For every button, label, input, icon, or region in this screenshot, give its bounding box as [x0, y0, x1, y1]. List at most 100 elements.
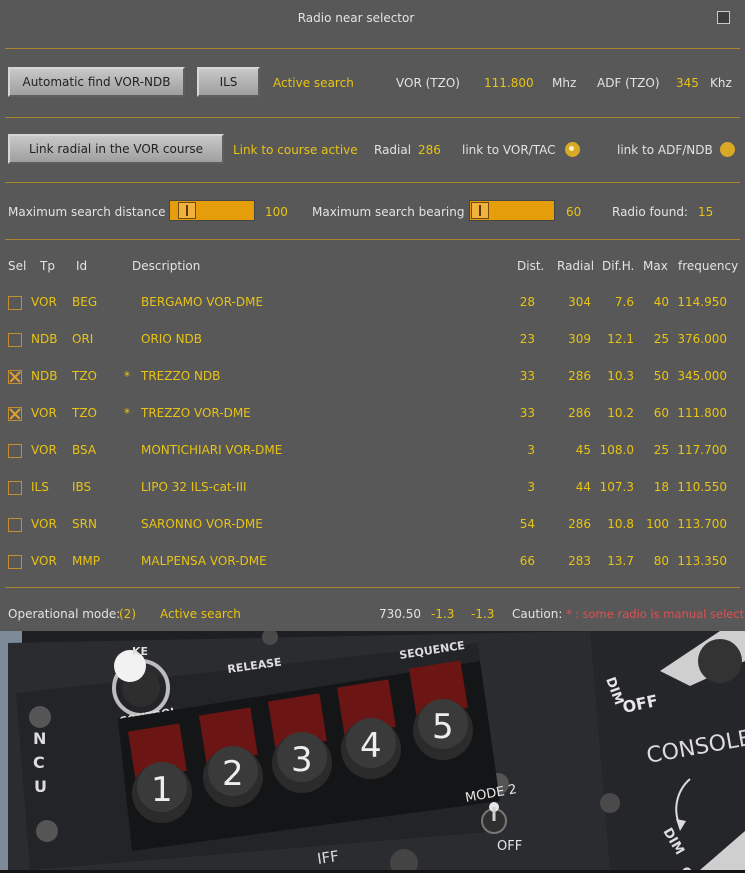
table-row[interactable]: NDB TZO * TREZZO NDB 33 286 10.3 50 345.000	[0, 358, 745, 395]
release-button-label: 3	[291, 740, 313, 780]
separator	[5, 239, 740, 240]
cell-max: 80	[653, 554, 669, 568]
separator	[5, 117, 740, 118]
link-adf-ndb-radio[interactable]	[720, 142, 735, 157]
row-select-checkbox[interactable]	[8, 296, 22, 310]
max-distance-slider-thumb[interactable]	[178, 202, 196, 219]
cockpit-graphic: KE CONTROL RELEASE SEQUENCE N C U 12345 …	[0, 629, 745, 873]
table-row[interactable]: NDB ORI ORIO NDB 23 309 12.1 25 376.000	[0, 321, 745, 358]
search-status: Active search	[273, 76, 354, 90]
vor-label: VOR (TZO)	[396, 76, 460, 90]
cell-manual-flag: *	[124, 406, 130, 420]
separator	[5, 48, 740, 49]
link-vor-tac-radio[interactable]	[565, 142, 580, 157]
release-button-label: 4	[360, 726, 382, 766]
cell-id: MMP	[72, 554, 100, 568]
adf-label: ADF (TZO)	[597, 76, 660, 90]
table-row[interactable]: VOR MMP MALPENSA VOR-DME 66 283 13.7 80 113.350	[0, 543, 745, 580]
cell-type: VOR	[31, 517, 57, 531]
row-select-checkbox[interactable]	[8, 333, 22, 347]
row-select-checkbox[interactable]	[8, 555, 22, 569]
col-header-max: Max	[643, 259, 668, 273]
row-select-checkbox[interactable]	[8, 444, 22, 458]
cell-description: MONTICHIARI VOR-DME	[141, 443, 283, 457]
link-adf-ndb-label: link to ADF/NDB	[617, 143, 713, 157]
link-radial-button[interactable]: Link radial in the VOR course	[8, 134, 224, 164]
cell-id: IBS	[72, 480, 92, 494]
row-select-checkbox[interactable]	[8, 518, 22, 532]
cell-type: ILS	[31, 480, 49, 494]
auto-find-vor-ndb-button[interactable]: Automatic find VOR-NDB	[8, 67, 185, 97]
adf-unit: Khz	[710, 76, 732, 90]
cell-id: BEG	[72, 295, 98, 309]
max-distance-value: 100	[265, 205, 288, 219]
cell-frequency: 114.950	[677, 295, 727, 309]
cell-distance: 33	[519, 406, 535, 420]
row-select-checkbox[interactable]	[8, 370, 22, 384]
link-status: Link to course active	[233, 143, 358, 157]
cell-max: 50	[653, 369, 669, 383]
cell-description: BERGAMO VOR-DME	[141, 295, 264, 309]
max-bearing-label: Maximum search bearing	[312, 205, 465, 219]
ncu-label-c: C	[33, 753, 45, 772]
row-select-checkbox[interactable]	[8, 407, 22, 421]
cell-type: VOR	[31, 443, 57, 457]
radio-selector-panel: Radio near selector Automatic find VOR-N…	[0, 0, 745, 631]
row-select-checkbox[interactable]	[8, 481, 22, 495]
caution-star: *	[566, 607, 572, 621]
cell-distance: 23	[519, 332, 535, 346]
release-button-label: 5	[432, 707, 454, 747]
footer-value-1: 730.50	[379, 607, 421, 621]
cell-frequency: 113.700	[677, 517, 727, 531]
operational-mode-value: (2)	[119, 607, 136, 621]
cell-id: TZO	[72, 406, 97, 420]
footer-value-3: -1.3	[471, 607, 495, 621]
release-button-label: 1	[151, 770, 173, 810]
cell-frequency: 113.350	[677, 554, 727, 568]
max-distance-slider[interactable]	[169, 200, 255, 221]
cell-type: NDB	[31, 332, 58, 346]
iff-label: IFF	[316, 847, 340, 868]
control-label-a: KE	[132, 645, 148, 658]
caution-label: Caution:	[512, 607, 563, 621]
cell-frequency: 117.700	[677, 443, 727, 457]
table-row[interactable]: VOR BSA MONTICHIARI VOR-DME 3 45 108.0 25 117.7…	[0, 432, 745, 469]
table-row[interactable]: VOR BEG BERGAMO VOR-DME 28 304 7.6 40 114.950	[0, 284, 745, 321]
operational-mode-label: Operational mode:	[8, 607, 121, 621]
radio-found-value: 15	[698, 205, 714, 219]
cell-description: TREZZO NDB	[141, 369, 221, 383]
max-bearing-slider-thumb[interactable]	[471, 202, 489, 219]
cell-description: SARONNO VOR-DME	[141, 517, 263, 531]
cell-distance: 3	[527, 443, 535, 457]
cell-id: BSA	[72, 443, 97, 457]
col-header-frequency: frequency	[678, 259, 739, 273]
col-header-dif-h: Dif.H.	[602, 259, 635, 273]
ncu-label-u: U	[34, 777, 47, 796]
footer-value-2: -1.3	[431, 607, 455, 621]
col-header-radial: Radial	[557, 259, 595, 273]
cell-distance: 33	[519, 369, 535, 383]
max-bearing-value: 60	[566, 205, 582, 219]
cell-distance: 54	[519, 517, 535, 531]
separator	[5, 182, 740, 183]
table-row[interactable]: ILS IBS LIPO 32 ILS-cat-III 3 44 107.3 18 110.5…	[0, 469, 745, 506]
col-header-tp: Tp	[40, 259, 55, 273]
table-row[interactable]: VOR SRN SARONNO VOR-DME 54 286 10.8 100 113.700	[0, 506, 745, 543]
cell-distance: 3	[527, 480, 535, 494]
cell-type: VOR	[31, 554, 57, 568]
cell-max: 60	[653, 406, 669, 420]
col-header-sel: Sel	[8, 259, 27, 273]
window-close-checkbox[interactable]	[717, 11, 730, 24]
cockpit-panel: KE CONTROL RELEASE SEQUENCE N C U 12345 …	[0, 629, 745, 873]
ils-button[interactable]: ILS	[197, 67, 260, 97]
cell-type: VOR	[31, 406, 57, 420]
radio-found-label: Radio found:	[612, 205, 688, 219]
col-header-description: Description	[132, 259, 201, 273]
adf-frequency: 345	[676, 76, 699, 90]
max-bearing-slider[interactable]	[469, 200, 555, 221]
table-row[interactable]: VOR TZO * TREZZO VOR-DME 33 286 10.2 60 111.800	[0, 395, 745, 432]
cell-max: 40	[653, 295, 669, 309]
cell-description: TREZZO VOR-DME	[141, 406, 251, 420]
cell-max: 18	[653, 480, 669, 494]
cell-distance: 28	[519, 295, 535, 309]
